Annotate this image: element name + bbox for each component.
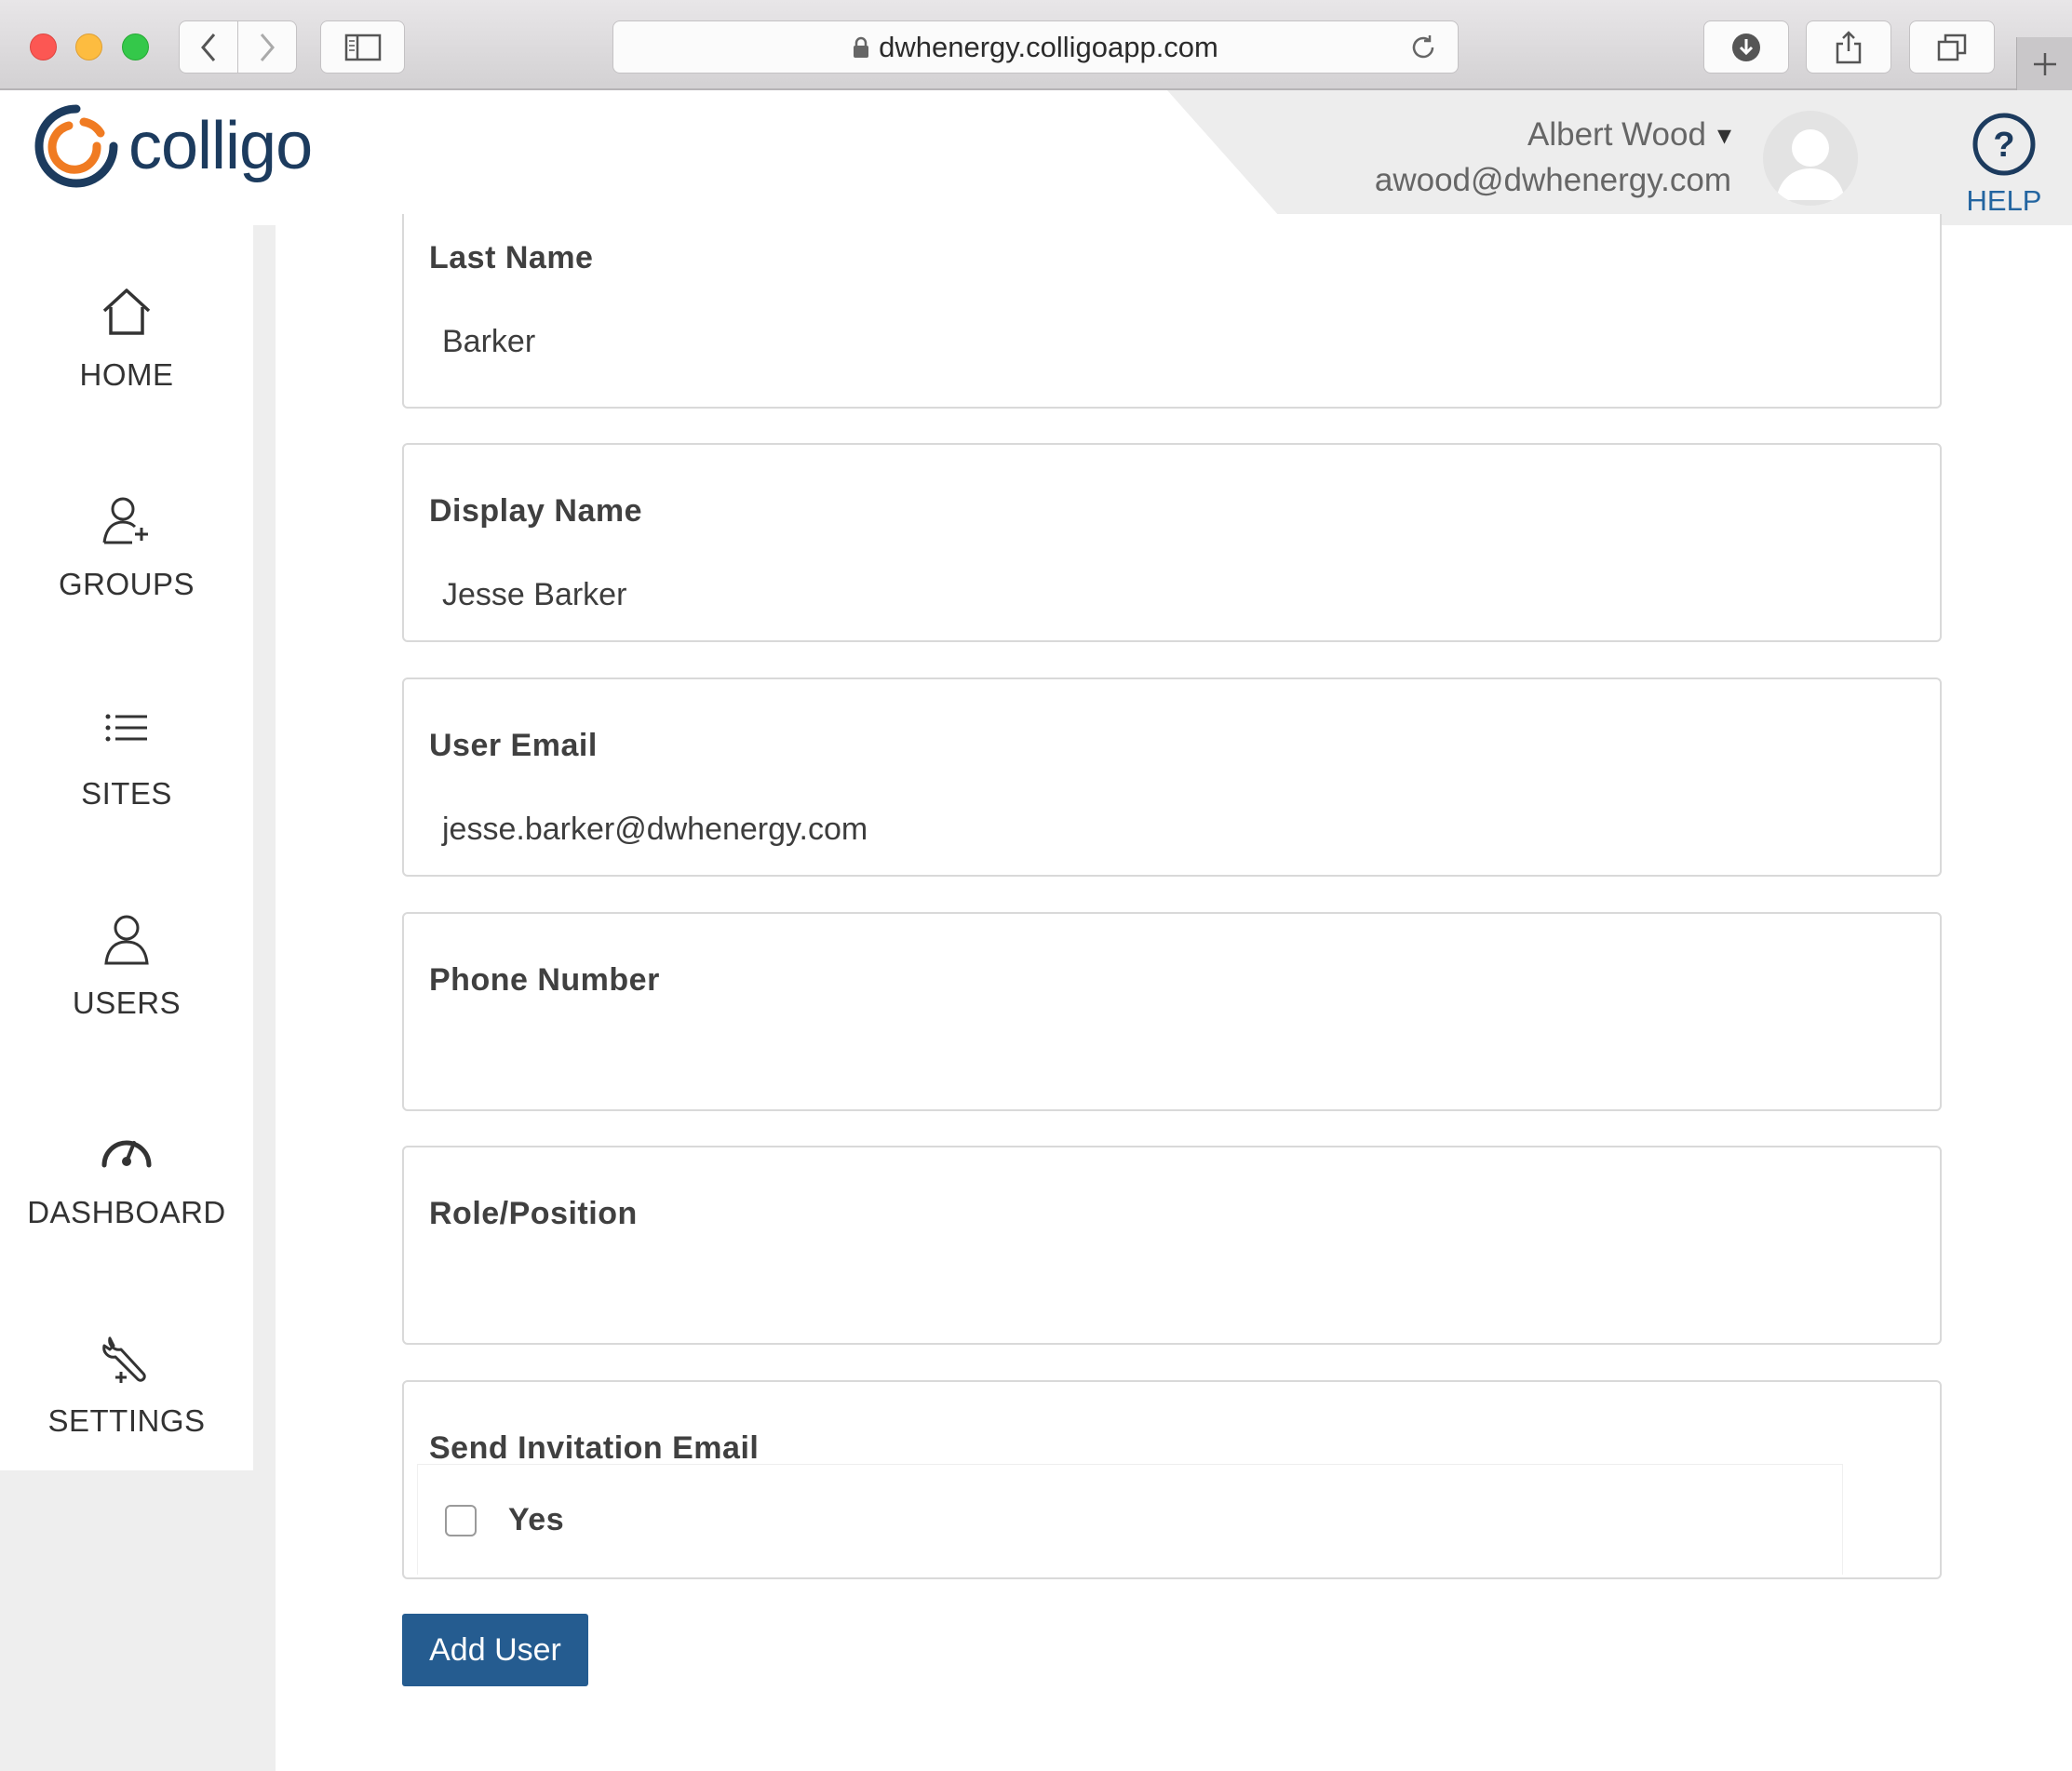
user-icon [104,915,149,965]
chevron-down-icon: ▾ [1716,119,1731,151]
close-window-button[interactable] [30,34,57,60]
history-nav [179,20,297,74]
nav-label-settings: SETTINGS [47,1403,206,1438]
user-email-value[interactable]: jesse.barker@dwhenergy.com [442,812,868,848]
left-nav: HOME GROUPS SITES USERS DASHBOARD SETTIN… [0,225,276,1771]
wrench-icon [102,1336,146,1383]
invite-yes-checkbox[interactable] [445,1505,477,1536]
lock-icon [854,36,869,58]
user-menu[interactable]: Albert Wood ▾ [1527,116,1731,154]
url-text: dwhenergy.colligoapp.com [879,30,1218,63]
downloads-button[interactable] [1703,20,1789,74]
help-label: HELP [1966,184,2042,217]
sidebar-icon [344,34,381,60]
colligo-logo[interactable]: colligo [32,101,313,191]
last-name-field[interactable]: Last Name Barker [402,214,1942,409]
colligo-logo-icon [34,104,118,188]
role-position-field[interactable]: Role/Position [402,1146,1942,1345]
invite-yes-label[interactable]: Yes [508,1502,564,1538]
last-name-label: Last Name [429,240,594,275]
zoom-window-button[interactable] [122,34,149,60]
user-email-label: User Email [429,728,598,763]
display-name-label: Display Name [429,493,642,529]
left-nav-panel: HOME GROUPS SITES USERS DASHBOARD SETTIN… [0,225,253,1470]
nav-label-dashboard: DASHBOARD [27,1195,226,1229]
add-user-button[interactable]: Add User [402,1614,588,1686]
avatar[interactable] [1763,111,1858,206]
browser-toolbar: dwhenergy.colligoapp.com [0,0,2072,90]
forward-button[interactable] [237,21,296,73]
share-icon [1836,30,1862,63]
home-icon [102,288,151,335]
sidebar-toggle-button[interactable] [320,20,405,74]
nav-label-users: USERS [72,986,182,1020]
user-email-field[interactable]: User Email jesse.barker@dwhenergy.com [402,678,1942,877]
nav-item-dashboard[interactable]: DASHBOARD [0,1089,253,1275]
plus-icon [2034,52,2056,75]
send-invitation-label: Send Invitation Email [429,1430,760,1466]
user-name: Albert Wood [1527,116,1706,153]
display-name-field[interactable]: Display Name Jesse Barker [402,443,1942,642]
nav-item-settings[interactable]: SETTINGS [0,1297,253,1483]
new-tab-button[interactable] [2016,37,2072,90]
nav-label-home: HOME [79,357,174,392]
logo-text: colligo [128,109,313,183]
show-tabs-button[interactable] [1909,20,1995,74]
role-position-label: Role/Position [429,1196,638,1231]
nav-item-groups[interactable]: GROUPS [0,461,253,647]
user-email: awood@dwhenergy.com [1374,162,1731,198]
minimize-window-button[interactable] [75,34,102,60]
nav-item-home[interactable]: HOME [0,251,253,437]
help-icon: ? [1972,113,2036,176]
download-icon [1732,33,1760,61]
phone-number-label: Phone Number [429,962,660,998]
forward-icon [260,33,275,61]
back-button[interactable] [180,21,237,73]
gauge-icon [101,1140,152,1168]
address-bar[interactable]: dwhenergy.colligoapp.com [612,20,1459,74]
nav-item-users[interactable]: USERS [0,879,253,1066]
nav-item-sites[interactable]: SITES [0,670,253,856]
nav-label-sites: SITES [81,776,172,811]
nav-label-groups: GROUPS [58,567,195,601]
list-icon [105,714,147,742]
help-glyph: ? [1993,126,2014,165]
send-invitation-field: Send Invitation Email Yes [402,1380,1942,1579]
add-user-icon [102,497,148,544]
last-name-value[interactable]: Barker [442,324,535,360]
invite-option-row: Yes [417,1464,1843,1575]
share-button[interactable] [1806,20,1891,74]
user-panel [1167,90,2072,225]
user-silhouette-icon [1776,129,1845,200]
tabs-icon [1937,34,1967,60]
help-button[interactable]: ? HELP [1962,111,2046,218]
reload-icon[interactable] [1409,34,1437,61]
display-name-value[interactable]: Jesse Barker [442,577,626,613]
phone-number-field[interactable]: Phone Number [402,912,1942,1111]
app-header: colligo Albert Wood ▾ awood@dwhenergy.co… [0,90,2072,225]
back-icon [201,33,216,61]
